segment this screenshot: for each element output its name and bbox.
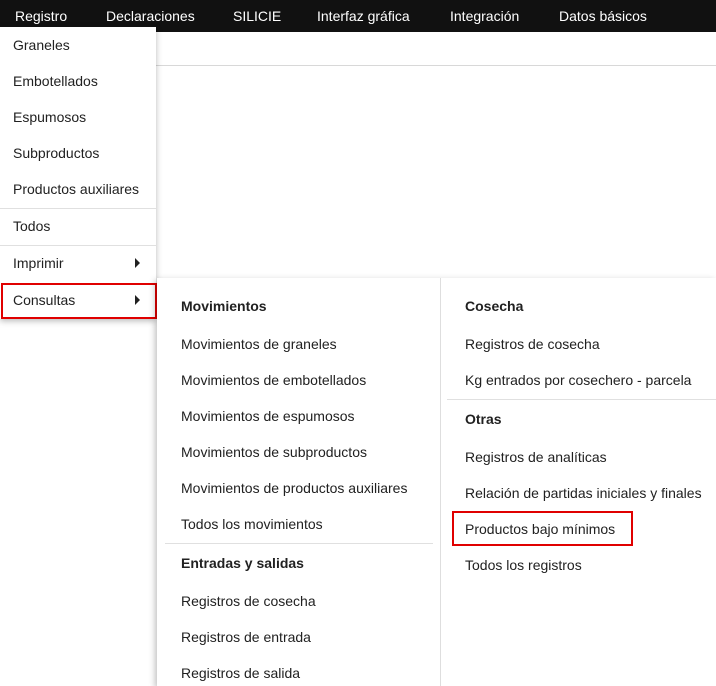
submenu-item-movimientos-embotellados[interactable]: Movimientos de embotellados <box>181 370 366 390</box>
section-divider <box>447 399 716 400</box>
registro-dropdown: Graneles Embotellados Espumosos Subprodu… <box>0 27 156 319</box>
submenu-item-movimientos-espumosos[interactable]: Movimientos de espumosos <box>181 406 355 426</box>
dropdown-item-subproductos[interactable]: Subproductos <box>0 135 156 171</box>
chevron-right-icon <box>135 295 140 305</box>
menu-datos-basicos[interactable]: Datos básicos <box>559 5 647 27</box>
section-title-cosecha: Cosecha <box>465 298 524 314</box>
submenu-item-movimientos-subproductos[interactable]: Movimientos de subproductos <box>181 442 367 462</box>
dropdown-item-embotellados[interactable]: Embotellados <box>0 63 156 99</box>
dropdown-item-espumosos[interactable]: Espumosos <box>0 99 156 135</box>
dropdown-item-consultas[interactable]: Consultas <box>0 282 156 318</box>
submenu-item-kg-entrados-por-cosechero[interactable]: Kg entrados por cosechero - parcela <box>465 370 691 390</box>
submenu-item-registros-cosecha[interactable]: Registros de cosecha <box>181 591 316 611</box>
menu-interfaz-grafica[interactable]: Interfaz gráfica <box>317 5 410 27</box>
menu-registro[interactable]: Registro <box>15 5 67 27</box>
dropdown-item-label: Imprimir <box>13 255 64 271</box>
column-divider <box>440 278 441 686</box>
dropdown-item-todos[interactable]: Todos <box>0 208 156 244</box>
submenu-item-relacion-partidas[interactable]: Relación de partidas iniciales y finales <box>465 483 702 503</box>
submenu-item-productos-bajo-minimos[interactable]: Productos bajo mínimos <box>465 519 615 539</box>
menu-declaraciones[interactable]: Declaraciones <box>106 5 195 27</box>
submenu-item-movimientos-productos-auxiliares[interactable]: Movimientos de productos auxiliares <box>181 478 407 498</box>
section-divider <box>165 543 433 544</box>
submenu-item-registros-entrada[interactable]: Registros de entrada <box>181 627 311 647</box>
submenu-item-movimientos-graneles[interactable]: Movimientos de graneles <box>181 334 337 354</box>
section-title-entradas-salidas: Entradas y salidas <box>181 555 304 571</box>
consultas-submenu: Movimientos Movimientos de graneles Movi… <box>157 278 716 686</box>
dropdown-item-imprimir[interactable]: Imprimir <box>0 245 156 281</box>
submenu-item-registros-analiticas[interactable]: Registros de analíticas <box>465 447 607 467</box>
dropdown-item-label: Consultas <box>13 292 76 308</box>
dropdown-item-productos-auxiliares[interactable]: Productos auxiliares <box>0 171 156 207</box>
submenu-item-registros-de-cosecha[interactable]: Registros de cosecha <box>465 334 600 354</box>
toolbar-divider <box>156 65 716 66</box>
submenu-item-registros-salida[interactable]: Registros de salida <box>181 663 300 683</box>
submenu-item-todos-los-movimientos[interactable]: Todos los movimientos <box>181 514 323 534</box>
menu-integracion[interactable]: Integración <box>450 5 519 27</box>
submenu-item-todos-los-registros[interactable]: Todos los registros <box>465 555 582 575</box>
section-title-movimientos: Movimientos <box>181 298 267 314</box>
dropdown-item-graneles[interactable]: Graneles <box>0 27 156 63</box>
section-title-otras: Otras <box>465 411 502 427</box>
menu-silicie[interactable]: SILICIE <box>233 5 281 27</box>
chevron-right-icon <box>135 258 140 268</box>
